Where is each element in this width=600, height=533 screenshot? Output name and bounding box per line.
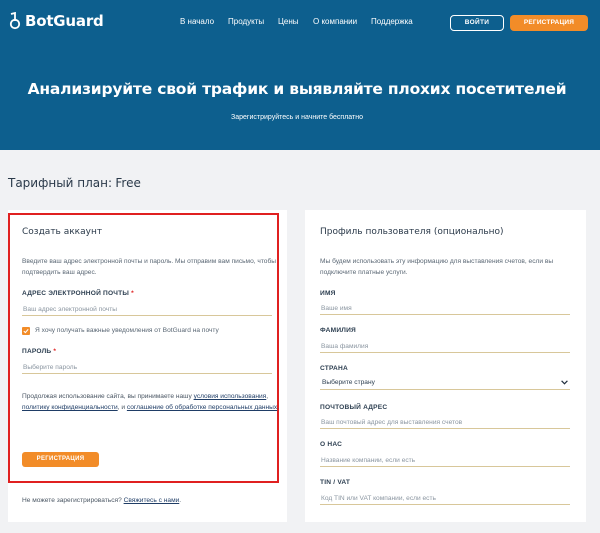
address-label: ПОЧТОВЫЙ АДРЕС — [320, 404, 388, 411]
user-profile-card: Профиль пользователя (опционально) Мы бу… — [305, 210, 586, 522]
plan-label: Тарифный план: — [8, 176, 113, 190]
profile-title: Профиль пользователя (опционально) — [320, 227, 504, 237]
plan-value: Free — [115, 176, 141, 190]
terms-text: Продолжая использование сайта, вы приним… — [22, 391, 280, 413]
plan-heading: Тарифный план: Free — [8, 176, 141, 190]
header-register-button[interactable]: РЕГИСТРАЦИЯ — [510, 15, 588, 31]
tin-input[interactable] — [320, 492, 570, 505]
brand-logo[interactable]: BotGuard — [8, 12, 104, 30]
country-select[interactable]: Выберите страну — [320, 376, 570, 390]
terms-prefix: Продолжая использование сайта, вы приним… — [22, 393, 192, 400]
password-input[interactable] — [22, 361, 272, 374]
about-input[interactable] — [320, 454, 570, 467]
password-label-text: ПАРОЛЬ — [22, 348, 52, 355]
password-required-mark: * — [53, 348, 57, 355]
country-select-value: Выберите страну — [322, 379, 375, 386]
profile-intro: Мы будем использовать эту информацию для… — [320, 258, 554, 276]
nav-home[interactable]: В начало — [180, 17, 214, 26]
contact-end: . — [179, 497, 182, 504]
data-processing-link[interactable]: соглашение об обработке персональных дан… — [127, 404, 277, 411]
address-input[interactable] — [320, 416, 570, 429]
cant-register-note: Не можете зарегистрироваться? Свяжитесь … — [22, 497, 181, 504]
email-label-text: АДРЕС ЭЛЕКТРОННОЙ ПОЧТЫ — [22, 290, 130, 297]
terms-sep: , — [266, 393, 269, 400]
country-label: СТРАНА — [320, 365, 348, 372]
cant-register-text: Не можете зарегистрироваться? — [22, 497, 122, 504]
privacy-policy-link[interactable]: политику конфиденциальности — [22, 404, 118, 411]
notify-label: Я хочу получать важные уведомления от Bo… — [35, 327, 219, 334]
checkmark-icon — [23, 328, 29, 334]
nav-support[interactable]: Поддержка — [371, 17, 413, 26]
email-input[interactable] — [22, 303, 272, 316]
nav-products[interactable]: Продукты — [228, 17, 264, 26]
nav-pricing[interactable]: Цены — [278, 17, 299, 26]
email-label: АДРЕС ЭЛЕКТРОННОЙ ПОЧТЫ * — [22, 290, 134, 297]
surname-label: ФАМИЛИЯ — [320, 327, 356, 334]
login-button[interactable]: ВОЙТИ — [450, 15, 504, 31]
create-account-card: Создать аккаунт Введите ваш адрес электр… — [8, 210, 287, 522]
name-input[interactable] — [320, 302, 570, 315]
name-label: ИМЯ — [320, 290, 336, 297]
tin-label: TIN / VAT — [320, 479, 351, 486]
site-header: BotGuard В начало Продукты Цены О компан… — [0, 0, 600, 150]
hero-subtitle: Зарегистрируйтесь и начните бесплатно — [231, 114, 363, 121]
terms-mid: , и — [117, 404, 126, 411]
create-account-title: Создать аккаунт — [22, 227, 103, 237]
surname-input[interactable] — [320, 340, 570, 353]
botguard-logo-icon — [9, 12, 21, 30]
contact-us-link[interactable]: Свяжитесь с нами — [124, 497, 180, 504]
hero-title: Анализируйте свой трафик и выявляйте пло… — [27, 80, 567, 98]
terms-end: . — [277, 404, 280, 411]
brand-name: BotGuard — [25, 12, 104, 30]
register-submit-button[interactable]: РЕГИСТРАЦИЯ — [22, 452, 99, 467]
terms-of-use-link[interactable]: условия использования — [194, 393, 267, 400]
password-label: ПАРОЛЬ * — [22, 348, 56, 355]
notify-checkbox[interactable] — [22, 327, 30, 335]
email-required-mark: * — [131, 290, 134, 297]
chevron-down-icon — [561, 380, 568, 385]
about-label: О НАС — [320, 441, 343, 448]
create-account-intro: Введите ваш адрес электронной почты и па… — [22, 258, 276, 276]
nav-about[interactable]: О компании — [313, 17, 357, 26]
